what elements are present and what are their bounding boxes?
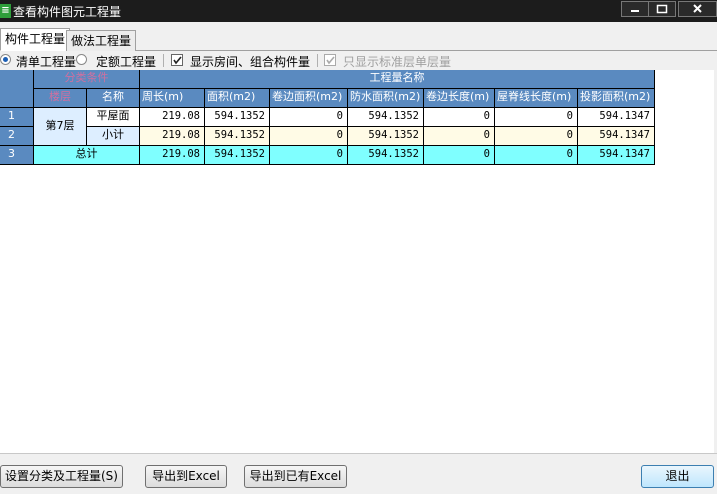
value-cell[interactable]: 0 xyxy=(495,127,578,146)
name-cell[interactable]: 平屋面 xyxy=(87,108,140,127)
row-number[interactable]: 3 xyxy=(0,146,34,165)
col-header-waterproof-area: 防水面积(m2) xyxy=(348,89,424,108)
col-header-floor: 楼层 xyxy=(34,89,87,108)
show-rooms-checkbox[interactable] xyxy=(171,54,183,66)
show-rooms-label: 显示房间、组合构件量 xyxy=(190,55,311,69)
standard-floor-label: 只显示标准层单层量 xyxy=(343,55,452,69)
value-cell[interactable]: 594.1352 xyxy=(348,127,424,146)
col-header-curl-length: 卷边长度(m) xyxy=(424,89,495,108)
exit-button[interactable]: 退出 xyxy=(641,465,714,488)
value-cell[interactable]: 594.1352 xyxy=(205,108,270,127)
corner-header xyxy=(0,70,34,108)
row-number[interactable]: 2 xyxy=(0,127,34,146)
quantity-group-header: 工程量名称 xyxy=(140,70,655,89)
col-header-name: 名称 xyxy=(87,89,140,108)
value-cell[interactable]: 594.1347 xyxy=(578,108,655,127)
value-cell[interactable]: 219.08 xyxy=(140,108,205,127)
value-cell[interactable]: 219.08 xyxy=(140,127,205,146)
value-cell[interactable]: 0 xyxy=(495,108,578,127)
row-number[interactable]: 1 xyxy=(0,108,34,127)
total-cell[interactable]: 总计 xyxy=(34,146,140,165)
value-cell[interactable]: 0 xyxy=(424,146,495,165)
export-excel-button[interactable]: 导出到Excel xyxy=(145,465,227,488)
value-cell[interactable]: 0 xyxy=(424,127,495,146)
value-cell[interactable]: 0 xyxy=(270,146,348,165)
maximize-button[interactable] xyxy=(648,1,676,17)
value-cell[interactable]: 594.1352 xyxy=(348,108,424,127)
export-existing-excel-button[interactable]: 导出到已有Excel xyxy=(244,465,347,488)
col-header-ridge-length: 屋脊线长度(m) xyxy=(495,89,578,108)
window-title: 查看构件图元工程量 xyxy=(13,5,122,19)
separator xyxy=(317,54,318,67)
value-cell[interactable]: 594.1352 xyxy=(348,146,424,165)
checkmark-icon xyxy=(173,56,182,65)
settings-button[interactable]: 设置分类及工程量(S) xyxy=(0,465,123,488)
radio-quota-quantity[interactable] xyxy=(76,54,87,65)
radio-quota-label: 定额工程量 xyxy=(96,55,157,69)
value-cell[interactable]: 0 xyxy=(270,127,348,146)
quantity-grid-area: 分类条件 工程量名称 楼层 名称 周长(m) 面积(m2) 卷边面积(m2) 防… xyxy=(0,70,717,453)
button-bar: 设置分类及工程量(S) 导出到Excel 导出到已有Excel 退出 xyxy=(0,453,717,494)
radio-bill-quantity[interactable] xyxy=(0,54,11,65)
title-bar: ≡ 查看构件图元工程量 xyxy=(0,0,717,22)
col-header-area: 面积(m2) xyxy=(205,89,270,108)
tab-bar: 构件工程量 做法工程量 xyxy=(0,22,717,51)
floor-cell[interactable]: 第7层 xyxy=(34,108,87,146)
category-group-header: 分类条件 xyxy=(34,70,140,89)
close-button[interactable] xyxy=(678,1,717,17)
minimize-icon xyxy=(631,10,639,12)
subtotal-cell[interactable]: 小计 xyxy=(87,127,140,146)
tab-component-quantity[interactable]: 构件工程量 xyxy=(0,28,71,51)
value-cell[interactable]: 594.1347 xyxy=(578,127,655,146)
options-row: 清单工程量 定额工程量 显示房间、组合构件量 只显示标准层单层量 xyxy=(0,51,717,70)
radio-bill-label: 清单工程量 xyxy=(16,55,77,69)
app-icon: ≡ xyxy=(0,4,11,18)
radio-selected-dot xyxy=(3,57,8,62)
value-cell[interactable]: 0 xyxy=(495,146,578,165)
value-cell[interactable]: 0 xyxy=(424,108,495,127)
checkmark-icon xyxy=(326,56,335,65)
standard-floor-checkbox[interactable] xyxy=(324,54,336,66)
value-cell[interactable]: 594.1352 xyxy=(205,146,270,165)
maximize-icon xyxy=(656,4,668,14)
separator xyxy=(163,54,164,67)
minimize-button[interactable] xyxy=(621,1,649,17)
value-cell[interactable]: 594.1352 xyxy=(205,127,270,146)
value-cell[interactable]: 594.1347 xyxy=(578,146,655,165)
value-cell[interactable]: 219.08 xyxy=(140,146,205,165)
col-header-projected-area: 投影面积(m2) xyxy=(578,89,655,108)
tab-method-quantity[interactable]: 做法工程量 xyxy=(66,30,137,51)
col-header-curl-area: 卷边面积(m2) xyxy=(270,89,348,108)
close-icon xyxy=(693,4,702,13)
value-cell[interactable]: 0 xyxy=(270,108,348,127)
col-header-perimeter: 周长(m) xyxy=(140,89,205,108)
